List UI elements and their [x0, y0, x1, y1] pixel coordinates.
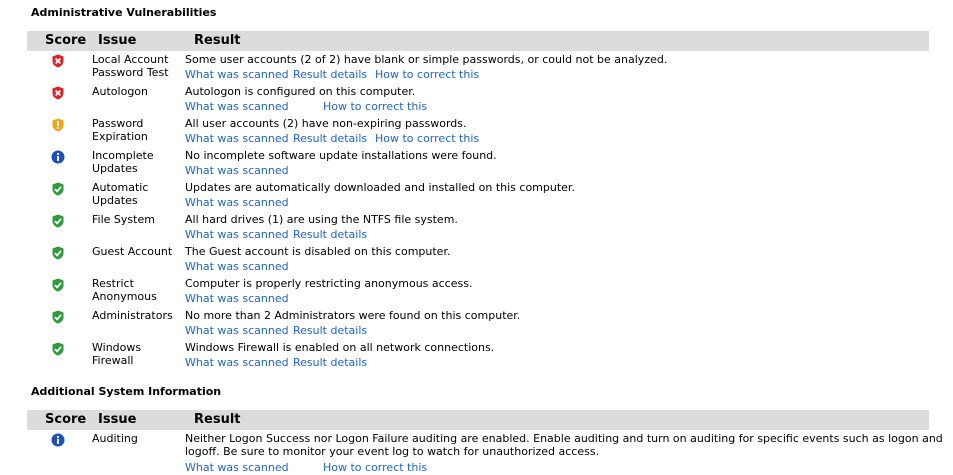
result-column-header: Result: [194, 33, 241, 48]
what-was-scanned-link[interactable]: What was scanned: [185, 292, 289, 305]
info-icon: [51, 433, 65, 447]
how-to-correct-link[interactable]: How to correct this: [323, 100, 427, 113]
result-text: No incomplete software update installati…: [185, 149, 497, 162]
row-links: What was scanned How to correct this: [185, 100, 885, 114]
what-was-scanned-link[interactable]: What was scanned: [185, 324, 289, 337]
result-text: All user accounts (2) have non-expiring …: [185, 117, 467, 130]
what-was-scanned-link[interactable]: What was scanned: [185, 356, 289, 369]
table-row: Auditing Neither Logon Success nor Logon …: [27, 431, 947, 474]
row-links: What was scanned Result details How to cor…: [185, 68, 885, 82]
result-text: Computer is properly restricting anonymo…: [185, 277, 473, 290]
check-shield-icon: [51, 182, 65, 196]
issue-label: Automatic Updates: [92, 181, 149, 207]
score-column-header: Score: [45, 412, 87, 427]
info-table-header: Score Issue Result: [27, 410, 929, 430]
issue-column-header: Issue: [98, 33, 137, 48]
how-to-correct-link[interactable]: How to correct this: [375, 68, 479, 81]
what-was-scanned-link[interactable]: What was scanned: [185, 100, 289, 113]
result-text: Windows Firewall is enabled on all netwo…: [185, 341, 495, 354]
issue-label: Windows Firewall: [92, 341, 142, 367]
error-icon: [51, 86, 65, 100]
row-links: What was scanned Result details: [185, 228, 885, 242]
table-row: Windows Firewall Windows Firewall is enab…: [27, 340, 947, 372]
row-links: What was scanned Result details: [185, 356, 885, 370]
result-text: Neither Logon Success nor Logon Failure …: [185, 432, 943, 458]
table-row: Password Expiration All user accounts (2)…: [27, 116, 947, 148]
issue-column-header: Issue: [98, 412, 137, 427]
admin-section-title: Administrative Vulnerabilities: [31, 6, 217, 19]
error-icon: [51, 54, 65, 68]
result-details-link[interactable]: Result details: [293, 356, 367, 369]
check-shield-icon: [51, 214, 65, 228]
issue-label: Administrators: [92, 309, 173, 322]
row-links: What was scanned: [185, 260, 885, 274]
row-links: What was scanned: [185, 196, 885, 210]
info-section-title: Additional System Information: [31, 385, 222, 398]
how-to-correct-link[interactable]: How to correct this: [375, 132, 479, 145]
warning-shield-icon: [51, 118, 65, 132]
result-text: The Guest account is disabled on this co…: [185, 245, 451, 258]
table-row: Restrict Anonymous Computer is properly r…: [27, 276, 947, 308]
result-text: Some user accounts (2 of 2) have blank o…: [185, 53, 668, 66]
issue-label: Local Account Password Test: [92, 53, 169, 79]
table-row: File System All hard drives (1) are using…: [27, 212, 947, 244]
table-row: Local Account Password Test Some user acc…: [27, 52, 947, 84]
row-links: What was scanned Result details: [185, 324, 885, 338]
what-was-scanned-link[interactable]: What was scanned: [185, 260, 289, 273]
table-row: Guest Account The Guest account is disabl…: [27, 244, 947, 276]
result-details-link[interactable]: Result details: [293, 132, 367, 145]
row-links: What was scanned How to correct this: [185, 461, 885, 475]
info-icon: [51, 150, 65, 164]
result-text: All hard drives (1) are using the NTFS f…: [185, 213, 458, 226]
issue-label: Password Expiration: [92, 117, 148, 143]
issue-label: Restrict Anonymous: [92, 277, 157, 303]
result-text: Autologon is configured on this computer…: [185, 85, 416, 98]
issue-label: Auditing: [92, 432, 138, 445]
result-column-header: Result: [194, 412, 241, 427]
what-was-scanned-link[interactable]: What was scanned: [185, 68, 289, 81]
what-was-scanned-link[interactable]: What was scanned: [185, 228, 289, 241]
what-was-scanned-link[interactable]: What was scanned: [185, 132, 289, 145]
check-shield-icon: [51, 342, 65, 356]
result-details-link[interactable]: Result details: [293, 68, 367, 81]
result-details-link[interactable]: Result details: [293, 324, 367, 337]
table-row: Incomplete Updates No incomplete software…: [27, 148, 947, 180]
what-was-scanned-link[interactable]: What was scanned: [185, 164, 289, 177]
result-text: Updates are automatically downloaded and…: [185, 181, 575, 194]
how-to-correct-link[interactable]: How to correct this: [323, 461, 427, 474]
score-column-header: Score: [45, 33, 87, 48]
table-row: Autologon Autologon is configured on this…: [27, 84, 947, 116]
issue-label: Guest Account: [92, 245, 173, 258]
row-links: What was scanned: [185, 292, 885, 306]
issue-label: Incomplete Updates: [92, 149, 154, 175]
what-was-scanned-link[interactable]: What was scanned: [185, 461, 289, 474]
issue-label: Autologon: [92, 85, 149, 98]
table-row: Automatic Updates Updates are automatical…: [27, 180, 947, 212]
table-row: Administrators No more than 2 Administrat…: [27, 308, 947, 340]
what-was-scanned-link[interactable]: What was scanned: [185, 196, 289, 209]
check-shield-icon: [51, 246, 65, 260]
admin-table-header: Score Issue Result: [27, 31, 929, 51]
result-text: No more than 2 Administrators were found…: [185, 309, 521, 322]
check-shield-icon: [51, 278, 65, 292]
check-shield-icon: [51, 310, 65, 324]
row-links: What was scanned: [185, 164, 885, 178]
issue-label: File System: [92, 213, 155, 226]
row-links: What was scanned Result details How to cor…: [185, 132, 885, 146]
result-details-link[interactable]: Result details: [293, 228, 367, 241]
